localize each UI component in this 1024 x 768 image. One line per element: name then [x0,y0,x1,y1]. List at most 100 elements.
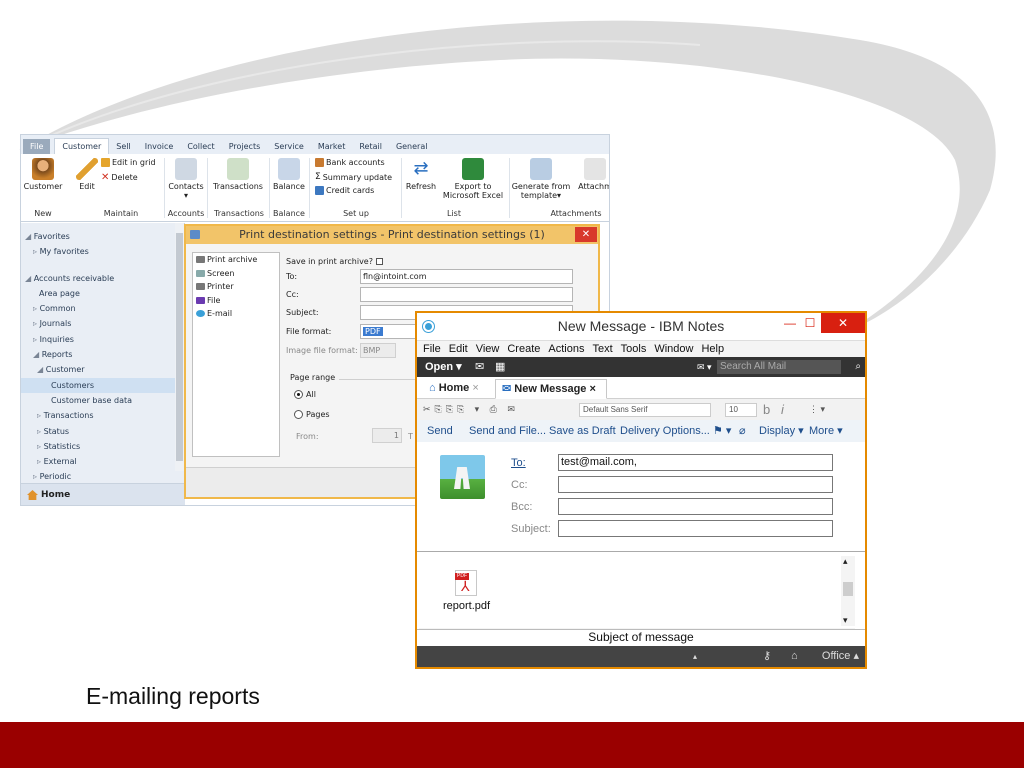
contacts-button[interactable]: Contacts ▾ [167,158,205,200]
tab-new-message[interactable]: ✉ New Message × [495,379,607,399]
key-icon[interactable]: ⚷ [763,646,771,667]
nav-item[interactable]: Area page [21,286,184,301]
tab-sell[interactable]: Sell [109,139,137,154]
tab-market[interactable]: Market [311,139,353,154]
edit-button[interactable]: Edit [73,158,101,191]
attachments-button[interactable]: Attachm [575,158,609,191]
tab-new-close-icon[interactable]: × [586,383,595,395]
more-button[interactable]: More ▾ [809,420,843,442]
credit-cards-button[interactable]: Credit cards [315,186,374,195]
nav-item[interactable]: ▹ Transactions [21,408,184,423]
menu-tools[interactable]: Tools [621,341,647,357]
save-archive-checkbox[interactable] [375,258,383,265]
menu-window[interactable]: Window [654,341,693,357]
cc-field[interactable] [360,287,573,302]
search-scope-icon[interactable]: ✉ ▾ [697,357,712,377]
nav-item[interactable]: ▹ Common [21,301,184,316]
tab-customer[interactable]: Customer [54,138,110,154]
nav-item[interactable]: ▹ Status [21,424,184,439]
tab-home[interactable]: ⌂ Home × [423,379,493,399]
send-button[interactable]: Send [427,420,453,442]
status-up-icon[interactable]: ▴ [693,646,697,667]
scroll-down-icon[interactable]: ▾ [843,615,848,626]
dialog-close-button[interactable]: ✕ [575,227,597,242]
attachment-filename[interactable]: report.pdf [443,600,490,612]
nav-item[interactable]: ▹ External [21,454,184,469]
nav-expander-icon[interactable]: ◢ [25,274,34,283]
search-icon[interactable]: ⌕ [855,357,861,377]
tab-retail[interactable]: Retail [352,139,389,154]
destination-printer[interactable]: Printer [193,280,279,294]
vscroll-thumb[interactable] [843,582,853,596]
nav-expander-icon[interactable]: ◢ [33,350,42,359]
menu-text[interactable]: Text [592,341,612,357]
nav-home-button[interactable]: Home [21,483,185,505]
bank-accounts-button[interactable]: Bank accounts [315,158,385,167]
more-format-icon[interactable]: ⋮ ▾ [809,399,825,420]
search-input[interactable]: Search All Mail [717,360,841,374]
image-format-select[interactable]: BMP [360,343,396,358]
destination-print-archive[interactable]: Print archive [193,253,279,267]
display-button[interactable]: Display ▾ [759,420,804,442]
bold-button[interactable]: b [763,399,770,420]
nav-scrollbar[interactable] [175,223,184,471]
flag-icon[interactable]: ⚑ ▾ [713,420,731,442]
mail-icon[interactable]: ✉ [475,357,484,377]
menu-actions[interactable]: Actions [548,341,584,357]
all-radio[interactable] [294,390,303,399]
nav-scrollbar-thumb[interactable] [176,233,183,461]
calendar-icon[interactable]: ▦ [495,357,505,377]
tab-invoice[interactable]: Invoice [138,139,181,154]
pdf-icon[interactable] [455,570,477,596]
open-button[interactable]: Open ▾ [425,357,462,377]
export-excel-button[interactable]: Export to Microsoft Excel [441,158,505,200]
file-format-select[interactable]: PDF [360,324,420,339]
font-select[interactable]: Default Sans Serif [579,403,711,417]
edit-in-grid-button[interactable]: Edit in grid [101,158,156,167]
attach-icon[interactable]: ⌀ [739,420,746,442]
tab-file[interactable]: File [23,139,51,154]
edit-tools-icons[interactable]: ✂⎘⎘⎘ ▾ ⎙ ✉ [423,399,519,420]
generate-from-template-button[interactable]: Generate from template▾ [511,158,571,200]
nav-expander-icon[interactable]: ◢ [25,232,34,241]
summary-update-button[interactable]: Σ Summary update [315,172,392,182]
destination-email[interactable]: E-mail [193,307,279,321]
nav-item[interactable]: ▹ My favorites [21,244,184,259]
destination-screen[interactable]: Screen [193,267,279,281]
bcc-address-field[interactable] [558,498,833,515]
nav-item[interactable]: ◢ Accounts receivable [21,271,184,286]
nav-expander-icon[interactable]: ◢ [37,365,46,374]
from-field[interactable]: 1 [372,428,402,443]
nav-item[interactable]: ▹ Statistics [21,439,184,454]
body-vertical-scrollbar[interactable]: ▴ ▾ [841,556,855,626]
font-size-select[interactable]: 10 [725,403,757,417]
nav-item[interactable]: ◢ Customer [21,362,184,377]
balance-button[interactable]: Balance [271,158,307,191]
delete-button[interactable]: ✕ Delete [101,172,138,183]
refresh-button[interactable]: ⇄ Refresh [403,158,439,191]
cc-address-field[interactable] [558,476,833,493]
italic-button[interactable]: i [781,399,784,420]
location-status[interactable]: Office ▴ [822,646,859,667]
menu-create[interactable]: Create [507,341,540,357]
to-address-field[interactable]: test@mail.com, [558,454,833,471]
delivery-options-button[interactable]: Delivery Options... [620,420,710,442]
replication-icon[interactable]: ⌂ [791,646,798,667]
minimize-button[interactable]: — [779,313,801,333]
to-address-label[interactable]: To: [511,457,526,469]
tab-home-close-icon[interactable]: × [469,382,478,394]
nav-item[interactable]: ▹ Inquiries [21,332,184,347]
tab-service[interactable]: Service [267,139,311,154]
nav-item[interactable]: Customer base data [21,393,184,408]
nav-item[interactable]: ◢ Favorites [21,229,184,244]
pages-radio[interactable] [294,410,303,419]
save-as-draft-button[interactable]: Save as Draft [549,420,616,442]
transactions-button[interactable]: Transactions [211,158,265,191]
maximize-button[interactable]: ☐ [799,313,821,333]
message-body[interactable]: report.pdf ▴ ▾ ‹ › [417,551,865,642]
nav-item[interactable]: ◢ Reports [21,347,184,362]
to-field[interactable]: fln@intoint.com [360,269,573,284]
nav-item[interactable]: Customers [21,377,184,393]
tab-collect[interactable]: Collect [180,139,221,154]
menu-file[interactable]: File [423,341,441,357]
